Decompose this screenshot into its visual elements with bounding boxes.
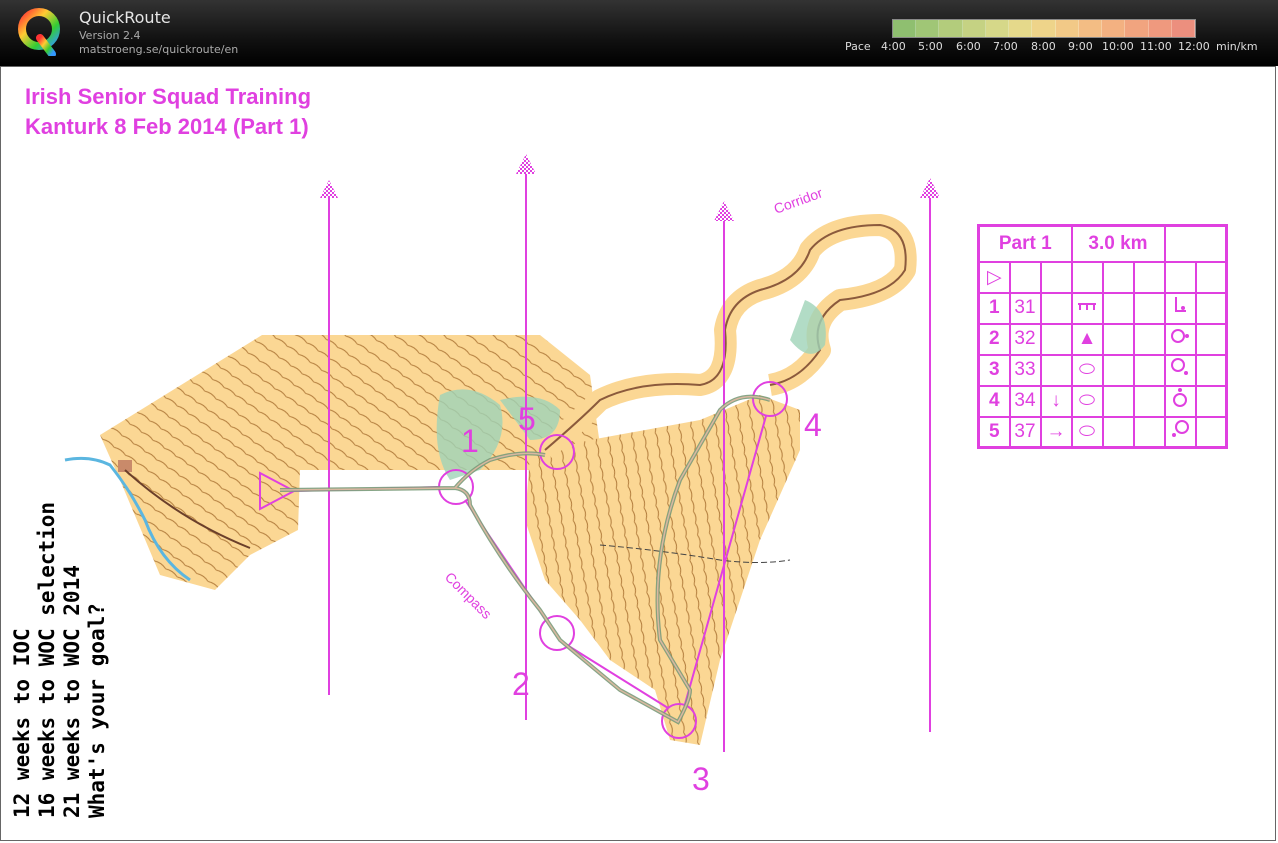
cd-direction	[1039, 322, 1073, 356]
corridor-label: Corridor	[772, 184, 825, 216]
control-number-3: 3	[692, 761, 710, 797]
cd-direction: →	[1039, 415, 1073, 449]
cd-control-code: 34	[1008, 384, 1042, 418]
control-number-4: 4	[804, 407, 822, 443]
goal-line: What's your goal?	[85, 603, 109, 818]
goal-line: 16 weeks to WOC selection	[35, 501, 59, 818]
cd-control-num: 5	[977, 415, 1011, 449]
control-number-1: 1	[461, 423, 479, 459]
control-number-5: 5	[518, 401, 536, 437]
depression-icon: ⬭	[1070, 384, 1104, 418]
cd-header-row: Part 1 3.0 km	[977, 224, 1228, 263]
cd-control-num: 3	[977, 353, 1011, 387]
goal-line: 12 weeks to IOC	[10, 628, 34, 818]
cd-direction: ↓	[1039, 384, 1073, 418]
map-title-line2: Kanturk 8 Feb 2014 (Part 1)	[25, 114, 309, 139]
cd-control-code: 37	[1008, 415, 1042, 449]
control-number-2: 2	[512, 666, 530, 702]
cd-control-code: 32	[1008, 322, 1042, 356]
terrain-east	[525, 395, 800, 745]
cd-course-name: Part 1	[977, 224, 1073, 263]
cd-control-num: 2	[977, 322, 1011, 356]
cd-direction	[1039, 353, 1073, 387]
corner-icon	[1163, 291, 1197, 325]
cd-row: 2 32 ▲	[977, 322, 1228, 356]
cd-control-num: 1	[977, 291, 1011, 325]
south-west-icon	[1163, 415, 1197, 449]
north-icon	[1163, 384, 1197, 418]
depression-icon: ⬭	[1070, 353, 1104, 387]
ruined-wall-icon	[1070, 291, 1104, 325]
compass-label: Compass	[442, 569, 495, 622]
cd-control-num: 4	[977, 384, 1011, 418]
cd-direction	[1039, 291, 1073, 325]
goal-text: 12 weeks to IOC 16 weeks to WOC selectio…	[10, 502, 110, 818]
south-east-icon	[1163, 353, 1197, 387]
cd-row: 5 37 → ⬭	[977, 415, 1228, 449]
terrain-areas	[64, 214, 917, 745]
east-side-icon	[1163, 322, 1197, 356]
cd-row: 1 31	[977, 291, 1228, 325]
goal-line: 21 weeks to WOC 2014	[60, 565, 84, 818]
boulder-icon: ▲	[1070, 322, 1104, 356]
cd-start-row: ▷	[977, 260, 1228, 294]
cd-row: 3 33 ⬭	[977, 353, 1228, 387]
depression-icon: ⬭	[1070, 415, 1104, 449]
cd-control-code: 31	[1008, 291, 1042, 325]
control-description-sheet: Part 1 3.0 km ▷ 1 31 2 32 ▲ 3 33 ⬭ 4 34 …	[977, 224, 1228, 449]
start-symbol-icon: ▷	[977, 260, 1011, 294]
cd-course-length: 3.0 km	[1070, 224, 1166, 263]
cd-control-code: 33	[1008, 353, 1042, 387]
cd-row: 4 34 ↓ ⬭	[977, 384, 1228, 418]
map-title-line1: Irish Senior Squad Training	[25, 84, 312, 109]
